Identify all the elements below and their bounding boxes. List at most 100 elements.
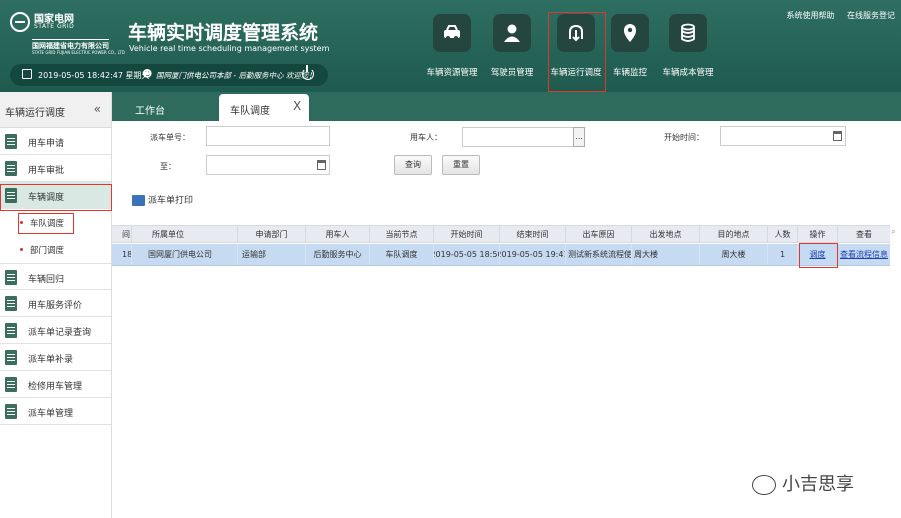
subitem-highlight-box: [18, 213, 74, 234]
col-depart: 出发地点: [632, 226, 700, 242]
col-reason: 出车原因: [566, 226, 632, 242]
sidebar-title: 车辆运行调度: [5, 108, 65, 119]
tab-bar: 工作台 车队调度 X: [112, 92, 901, 121]
col-user: 用车人: [306, 226, 370, 242]
browse-button[interactable]: ...: [573, 127, 585, 147]
system-title: 车辆实时调度管理系统: [128, 22, 319, 44]
nav-highlight-box: [548, 12, 606, 92]
app-header: 国家电网 STATE GRID 国网福建省电力有限公司 STATE GRID F…: [0, 0, 901, 92]
close-icon[interactable]: X: [293, 99, 301, 113]
order-no-label: 派车单号：: [150, 133, 190, 142]
print-order-button[interactable]: 派车单打印: [132, 193, 193, 206]
cell-end: 2019-05-05 19:41: [500, 244, 566, 265]
sidebar-item-label: 用车服务评价: [28, 301, 83, 311]
user-label: 用车人：: [410, 133, 442, 142]
col-count: 人数: [768, 226, 798, 242]
sidebar-item-return[interactable]: 车辆回归: [0, 263, 111, 290]
document-icon: [5, 377, 17, 392]
calendar-icon: [22, 69, 32, 79]
col-view: 查看: [856, 229, 872, 239]
sidebar-item-record-query[interactable]: 派车单记录查询: [0, 317, 111, 344]
nav-label: 车辆成本管理: [662, 68, 714, 78]
sidebar-item-label: 用车审批: [28, 166, 65, 176]
current-datetime: 2019-05-05 18:42:47 星期天: [38, 71, 150, 80]
cell-count: 1: [768, 244, 798, 265]
nav-vehicle-resource[interactable]: 车辆资源管理: [426, 14, 478, 92]
top-links: 系统使用帮助 在线服务登记: [776, 10, 895, 21]
sidebar-item-label: 派车单补录: [28, 355, 74, 365]
sidebar-subitem-label: 部门调度: [30, 246, 65, 256]
main-content: 派车单号： 用车人： ... 开始时间： 至： 查询 重置 派车单打印 间 所属…: [112, 121, 901, 518]
document-icon: [5, 350, 17, 365]
cell-user: 后勤服务中心: [306, 244, 370, 265]
sidebar-subitem-dept-dispatch[interactable]: 部门调度: [0, 236, 111, 263]
reset-button[interactable]: 重置: [442, 155, 480, 175]
nav-driver[interactable]: 驾驶员管理: [486, 14, 538, 92]
system-subtitle: Vehicle real time scheduling management …: [129, 44, 330, 53]
operation-highlight-box: [799, 243, 838, 268]
calendar-icon[interactable]: [317, 160, 326, 170]
document-icon: [5, 161, 17, 176]
cell-view: 查看流程信息: [838, 244, 890, 265]
wechat-icon: [752, 475, 776, 495]
document-icon: [5, 404, 17, 419]
sidebar-item-approve[interactable]: 用车审批: [0, 155, 111, 182]
nav-label: 车辆资源管理: [426, 68, 478, 78]
sidebar-item-label: 派车单管理: [28, 409, 74, 419]
cell-dept: 运输部: [238, 244, 306, 265]
print-label: 派车单打印: [148, 196, 194, 206]
help-link[interactable]: 系统使用帮助: [786, 11, 834, 20]
sidebar-item-supplement[interactable]: 派车单补录: [0, 344, 111, 371]
nav-label: 车辆监控: [612, 68, 647, 78]
smile-icon: ☻: [142, 69, 153, 80]
col-dept: 申请部门: [238, 226, 306, 242]
calendar-icon[interactable]: [833, 131, 842, 141]
table-row[interactable]: 18:40 国网厦门供电公司 运输部 后勤服务中心 车队调度 2019-05-0…: [112, 244, 890, 266]
sidebar-item-label: 派车单记录查询: [28, 328, 92, 338]
service-register-link[interactable]: 在线服务登记: [847, 11, 895, 20]
document-icon: [5, 134, 17, 149]
sidebar: 车辆运行调度 « 用车申请 用车审批 车辆调度 车队调度 部门调度 车辆回归 用…: [0, 92, 112, 518]
table-header: 间 所属单位 申请部门 用车人 当前节点 开始时间 结束时间 出车原因 出发地点…: [112, 225, 890, 243]
cell-unit: 国网厦门供电公司: [132, 244, 238, 265]
view-flow-link[interactable]: 查看流程信息: [840, 249, 888, 260]
logout-power-icon[interactable]: [302, 65, 314, 80]
col-end: 结束时间: [500, 226, 566, 242]
sidebar-header: 车辆运行调度 «: [0, 92, 111, 128]
sidebar-item-maintenance[interactable]: 检修用车管理: [0, 371, 111, 398]
tab-label: 车队调度: [230, 106, 270, 117]
start-time-input[interactable]: [720, 126, 846, 146]
driver-icon: [493, 14, 531, 52]
end-time-input[interactable]: [206, 155, 330, 175]
sidebar-item-label: 检修用车管理: [28, 382, 83, 392]
car-icon: [433, 14, 471, 52]
bullet-icon: [20, 248, 23, 251]
query-button[interactable]: 查询: [394, 155, 432, 175]
sidebar-item-label: 用车申请: [28, 139, 65, 149]
location-pin-icon: [611, 14, 649, 52]
nav-vehicle-monitor[interactable]: 车辆监控: [604, 14, 656, 92]
start-time-label: 开始时间：: [664, 133, 704, 142]
printer-icon: [132, 195, 145, 206]
sidebar-item-evaluation[interactable]: 用车服务评价: [0, 290, 111, 317]
col-time: 间: [112, 226, 132, 242]
col-unit: 所属单位: [132, 226, 238, 242]
sidebar-item-order-manage[interactable]: 派车单管理: [0, 398, 111, 425]
col-node: 当前节点: [370, 226, 434, 242]
tab-fleet-dispatch[interactable]: 车队调度 X: [219, 94, 309, 121]
cell-dest: 周大楼: [700, 244, 768, 265]
col-dest: 目的地点: [700, 226, 768, 242]
sidebar-item-apply[interactable]: 用车申请: [0, 128, 111, 155]
watermark: 小吉思享: [752, 470, 854, 496]
sidebar-item-label: 车辆回归: [28, 275, 65, 285]
cell-time: 18:40: [112, 244, 132, 265]
search-icon[interactable]: ⌕: [891, 227, 896, 237]
order-no-input[interactable]: [206, 126, 330, 146]
cell-start: 2019-05-05 18:50: [434, 244, 500, 265]
collapse-icon[interactable]: «: [94, 102, 101, 116]
tab-workbench[interactable]: 工作台: [122, 94, 217, 121]
watermark-text: 小吉思享: [782, 474, 854, 495]
nav-vehicle-cost[interactable]: 车辆成本管理: [662, 14, 714, 92]
user-input[interactable]: ...: [462, 127, 585, 147]
info-bar: 2019-05-05 18:42:47 星期天 ☻ 国网厦门供电公司本部 - 后…: [10, 64, 328, 86]
